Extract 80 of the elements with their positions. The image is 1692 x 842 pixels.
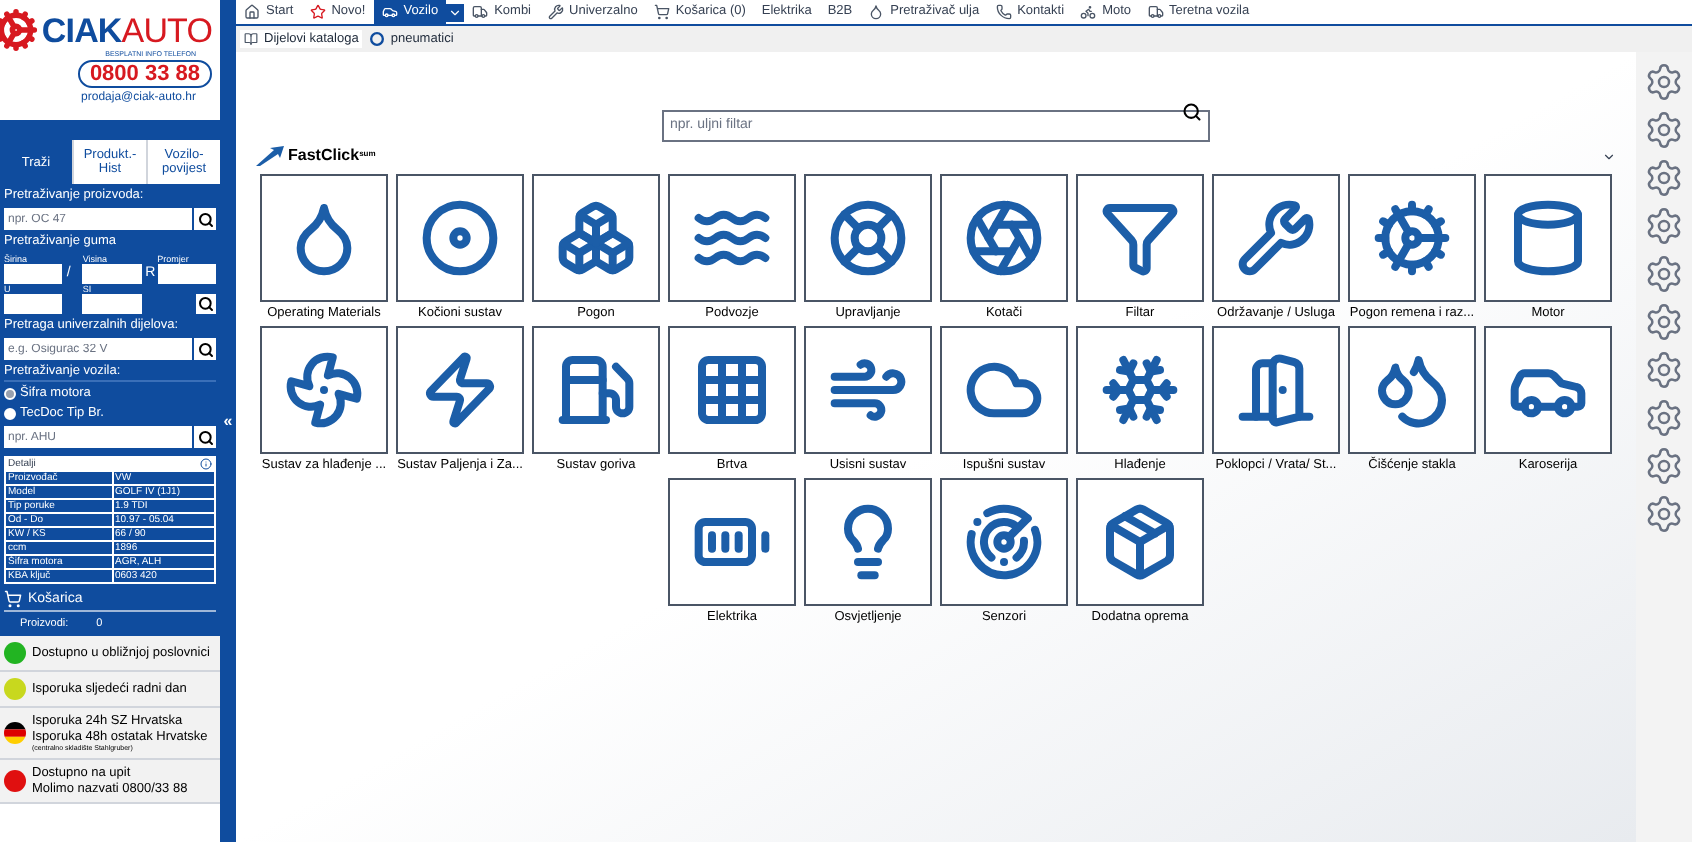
lightning-icon <box>420 350 500 430</box>
collapse-caret-icon[interactable] <box>1602 149 1616 163</box>
disc-icon <box>420 198 500 278</box>
category-tile[interactable] <box>668 326 796 454</box>
radio-button[interactable] <box>4 408 16 420</box>
category-tile[interactable] <box>1076 326 1204 454</box>
category-tile[interactable] <box>1484 174 1612 302</box>
search-icon <box>198 296 214 312</box>
category-tile[interactable] <box>396 174 524 302</box>
category-tile[interactable] <box>532 174 660 302</box>
grid-icon <box>692 350 772 430</box>
star-icon <box>309 4 326 20</box>
gear-logo-icon <box>0 8 38 52</box>
fan-icon <box>284 350 364 430</box>
category-tile[interactable] <box>940 174 1068 302</box>
category-tile[interactable] <box>1484 326 1612 454</box>
wrench-icon <box>1236 198 1316 278</box>
car-icon <box>381 4 398 20</box>
category-tile[interactable] <box>1212 326 1340 454</box>
caret-icon <box>448 5 463 19</box>
door-icon <box>1236 350 1316 430</box>
snowflake-icon <box>1100 350 1180 430</box>
cart-icon <box>653 4 670 20</box>
width-field[interactable] <box>4 264 63 284</box>
wrench-icon <box>547 4 564 20</box>
boxes-icon <box>556 198 636 278</box>
search-icon <box>197 429 213 445</box>
home-icon <box>244 4 260 20</box>
radio-button[interactable] <box>4 388 16 400</box>
search-button[interactable] <box>196 294 216 314</box>
funnel-icon <box>1100 198 1180 278</box>
category-tile[interactable] <box>1076 174 1204 302</box>
category-tile[interactable] <box>260 174 388 302</box>
search-button[interactable] <box>194 208 216 230</box>
category-tile[interactable] <box>940 478 1068 606</box>
book-icon <box>244 32 258 46</box>
load-index-field[interactable] <box>4 294 63 314</box>
category-tile[interactable] <box>668 478 796 606</box>
search-icon[interactable] <box>1182 102 1202 122</box>
cart-icon[interactable] <box>4 590 22 608</box>
radar-icon <box>964 502 1044 582</box>
search-icon <box>197 211 213 227</box>
category-tile[interactable] <box>1212 174 1340 302</box>
category-tile[interactable] <box>260 326 388 454</box>
ring-icon <box>828 198 908 278</box>
package-icon <box>1100 502 1180 582</box>
truck-icon <box>1147 4 1164 20</box>
van-icon <box>472 4 489 20</box>
search-button[interactable] <box>194 426 216 448</box>
fuel-pump-icon <box>556 350 636 430</box>
height-field[interactable] <box>82 264 142 284</box>
category-tile[interactable] <box>940 326 1068 454</box>
cylinder-icon <box>1508 198 1588 278</box>
collapse-strip[interactable]: « <box>220 0 236 842</box>
speed-index-field[interactable] <box>82 294 142 314</box>
gear-icon <box>1372 198 1452 278</box>
phone-icon <box>995 4 1012 20</box>
category-tile[interactable] <box>804 478 932 606</box>
droplet-icon <box>868 4 885 20</box>
category-tile[interactable] <box>804 174 932 302</box>
phone-number: 0800 33 88 <box>77 59 212 87</box>
arrow-logo-icon <box>256 146 284 166</box>
dropdown-button[interactable] <box>446 3 465 21</box>
flag-icon <box>4 722 26 744</box>
brand-name: CIAKAUTO <box>41 13 212 47</box>
category-tile[interactable] <box>1076 478 1204 606</box>
droplets-icon <box>1372 350 1452 430</box>
category-tile[interactable] <box>1348 174 1476 302</box>
search-icon <box>197 341 213 357</box>
info-icon[interactable] <box>200 458 212 470</box>
tyre-icon <box>370 32 385 46</box>
category-tile[interactable] <box>532 326 660 454</box>
aperture-icon <box>964 198 1044 278</box>
bike-icon <box>1080 4 1097 20</box>
diameter-field[interactable] <box>157 264 216 284</box>
category-tile[interactable] <box>396 326 524 454</box>
search-button[interactable] <box>194 338 216 360</box>
category-tile[interactable] <box>1348 326 1476 454</box>
category-tile[interactable] <box>668 174 796 302</box>
category-tile[interactable] <box>804 326 932 454</box>
